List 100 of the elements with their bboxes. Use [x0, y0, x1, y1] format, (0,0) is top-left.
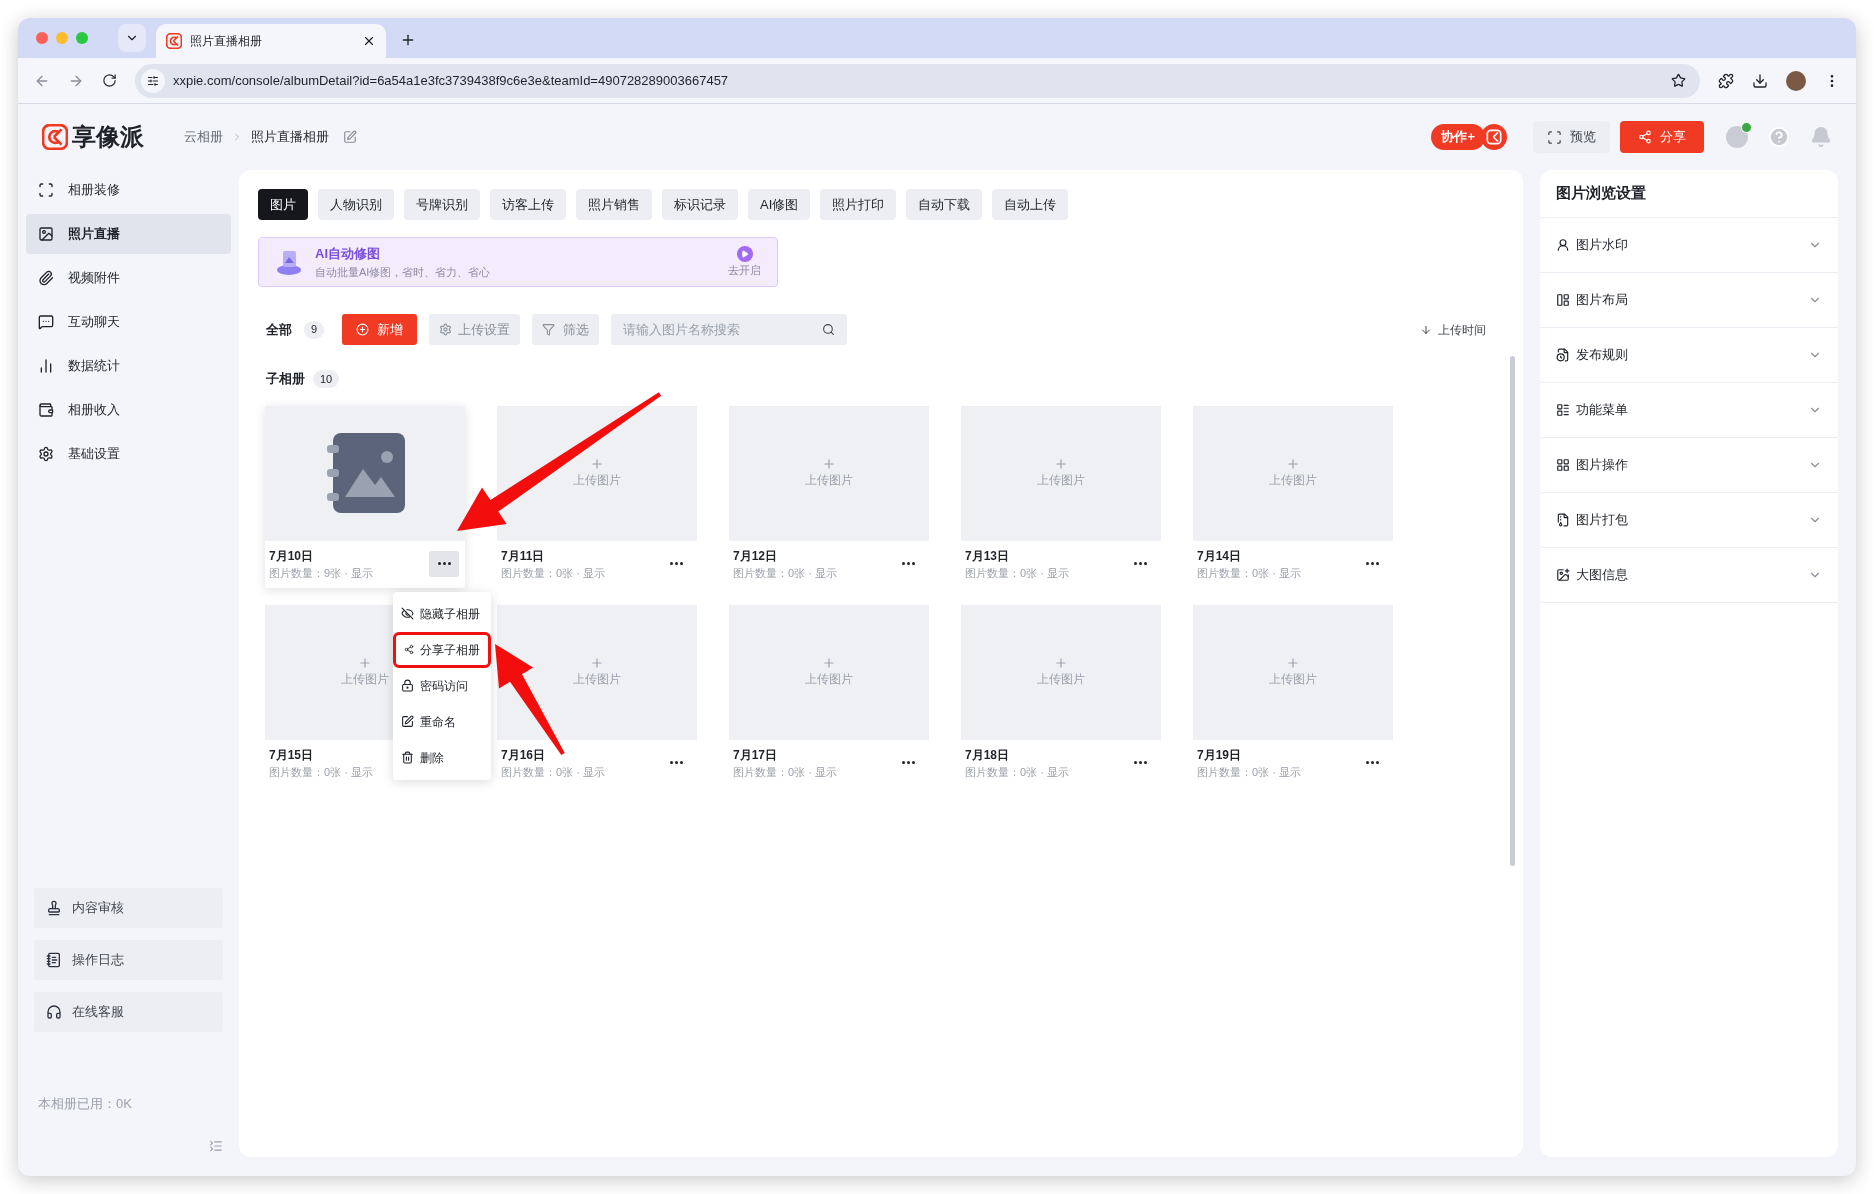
album-card[interactable]: 上传图片 7月11日 图片数量：0张 · 显示	[497, 405, 697, 588]
plus-icon	[1054, 457, 1068, 471]
browser-tab[interactable]: 照片直播相册	[156, 24, 386, 58]
tab[interactable]: 号牌识别	[404, 189, 480, 220]
album-card[interactable]: 上传图片 7月13日 图片数量：0张 · 显示	[961, 405, 1161, 588]
more-button[interactable]	[429, 550, 459, 577]
sidebar-item[interactable]: 数据统计	[26, 346, 231, 386]
new-tab-icon[interactable]	[400, 32, 416, 48]
tab[interactable]: 标识记录	[662, 189, 738, 220]
all-filter[interactable]: 全部	[266, 319, 292, 340]
menu-item[interactable]: 重命名	[393, 703, 491, 740]
album-card[interactable]: 上传图片 7月19日 图片数量：0张 · 显示	[1193, 604, 1393, 787]
ai-tool-icon	[275, 248, 303, 276]
menu-item[interactable]: 隐藏子相册	[393, 595, 491, 632]
menu-item[interactable]: 分享子相册	[393, 631, 491, 668]
menu-item[interactable]: 密码访问	[393, 667, 491, 704]
headset-icon	[46, 1003, 62, 1020]
plus-icon	[590, 457, 604, 471]
layout-icon	[1556, 293, 1570, 307]
document-clock-icon	[1556, 348, 1570, 362]
ellipsis-icon	[1365, 761, 1379, 765]
sidebar-footer-button[interactable]: 操作日志	[34, 939, 223, 980]
album-info: 图片数量：0张 · 显示	[1197, 565, 1301, 581]
collaborate-button[interactable]: 协作+	[1431, 124, 1485, 150]
sidebar-item[interactable]: 视频附件	[26, 258, 231, 298]
sidebar-item[interactable]: 照片直播	[26, 214, 231, 254]
settings-section[interactable]: 发布规则	[1540, 328, 1838, 383]
tab[interactable]: 图片	[258, 189, 308, 220]
search-field[interactable]: 请输入图片名称搜索	[611, 314, 848, 345]
stamp-icon	[46, 899, 62, 916]
image-icon	[1556, 568, 1570, 582]
sidebar-footer-button[interactable]: 在线客服	[34, 991, 223, 1032]
count-badge: 9	[304, 320, 325, 339]
upload-label: 上传图片	[341, 671, 389, 688]
sidebar-footer-button[interactable]: 内容审核	[34, 887, 223, 928]
sidebar-item[interactable]: 基础设置	[26, 434, 231, 474]
album-card[interactable]: 上传图片 7月12日 图片数量：0张 · 显示	[729, 405, 929, 588]
settings-section[interactable]: 功能菜单	[1540, 383, 1838, 438]
settings-section[interactable]: 图片操作	[1540, 438, 1838, 493]
album-card[interactable]: 上传图片 7月18日 图片数量：0张 · 显示	[961, 604, 1161, 787]
tab[interactable]: 自动上传	[992, 189, 1069, 220]
plus-icon	[1054, 656, 1068, 670]
settings-section[interactable]: 大图信息	[1540, 548, 1838, 603]
ai-banner[interactable]: AI自动修图 自动批量AI修图，省时、省力、省心 去开启	[258, 237, 778, 287]
section-label: 大图信息	[1576, 566, 1629, 585]
download-icon[interactable]	[1752, 72, 1768, 89]
menu-item[interactable]: 删除	[393, 739, 491, 776]
trash-icon	[401, 751, 414, 764]
add-button[interactable]: 新增	[342, 314, 418, 345]
sidebar-item[interactable]: 互动聊天	[26, 302, 231, 342]
album-info: 图片数量：0张 · 显示	[965, 565, 1069, 581]
album-title: 7月13日	[965, 547, 1010, 565]
sidebar-label: 数据统计	[68, 357, 120, 376]
sidebar-item[interactable]: 相册收入	[26, 390, 231, 430]
album-card[interactable]: 上传图片 7月14日 图片数量：0张 · 显示	[1193, 405, 1393, 588]
settings-section[interactable]: 图片布局	[1540, 273, 1838, 328]
settings-section[interactable]: 图片水印	[1540, 218, 1838, 273]
plus-icon	[358, 656, 372, 670]
reload-icon[interactable]	[102, 73, 117, 88]
album-card[interactable]: 7月10日 图片数量：9张 · 显示	[265, 405, 465, 588]
breadcrumb-item[interactable]: 云相册	[184, 127, 223, 147]
extensions-icon[interactable]	[1718, 72, 1734, 89]
bookmark-icon[interactable]	[1671, 73, 1686, 88]
album-info: 图片数量：0张 · 显示	[269, 764, 373, 780]
tab[interactable]: 照片销售	[576, 189, 652, 220]
site-info-button[interactable]	[141, 68, 165, 93]
profile-avatar[interactable]	[1786, 70, 1806, 91]
album-card[interactable]: 上传图片 7月17日 图片数量：0张 · 显示	[729, 604, 929, 787]
tab[interactable]: 人物识别	[318, 189, 394, 220]
edit-icon[interactable]	[343, 130, 357, 144]
plus-icon	[590, 656, 604, 670]
share-icon	[404, 643, 414, 656]
tab[interactable]: 自动下载	[906, 189, 983, 220]
album-card[interactable]: 上传图片 7月16日 图片数量：0张 · 显示	[497, 604, 697, 787]
preview-button[interactable]: 预览	[1533, 121, 1610, 153]
plus-circle-icon	[356, 323, 370, 336]
ellipsis-icon	[1133, 562, 1147, 566]
close-icon[interactable]	[362, 34, 376, 48]
settings-section[interactable]: 图片打包	[1540, 493, 1838, 548]
album-title: 7月12日	[733, 547, 778, 565]
upload-label: 上传图片	[573, 671, 621, 688]
sort-button[interactable]: 上传时间	[1420, 320, 1486, 339]
album-title: 7月18日	[965, 746, 1010, 764]
upload-label: 上传图片	[805, 671, 853, 688]
plus-icon	[822, 656, 836, 670]
share-button[interactable]: 分享	[1620, 121, 1704, 153]
address-bar[interactable]: xxpie.com/console/albumDetail?id=6a54a1e3fc3739438f9c6e3e&teamId=490728289003667457	[135, 63, 1700, 98]
album-info: 图片数量：0张 · 显示	[965, 764, 1069, 780]
play-icon[interactable]	[736, 245, 753, 262]
sidebar-item[interactable]: 相册装修	[26, 170, 231, 210]
tab[interactable]: 照片打印	[820, 189, 897, 220]
search-icon[interactable]	[822, 323, 836, 336]
logo-icon	[1486, 129, 1502, 145]
album-title: 7月14日	[1197, 547, 1242, 565]
banner-title: AI自动修图	[315, 245, 381, 263]
tab[interactable]: AI修图	[748, 189, 811, 220]
tab[interactable]: 访客上传	[490, 189, 566, 220]
filter-icon	[542, 323, 556, 336]
scan-icon	[1547, 129, 1562, 145]
user-icon	[1556, 238, 1570, 252]
